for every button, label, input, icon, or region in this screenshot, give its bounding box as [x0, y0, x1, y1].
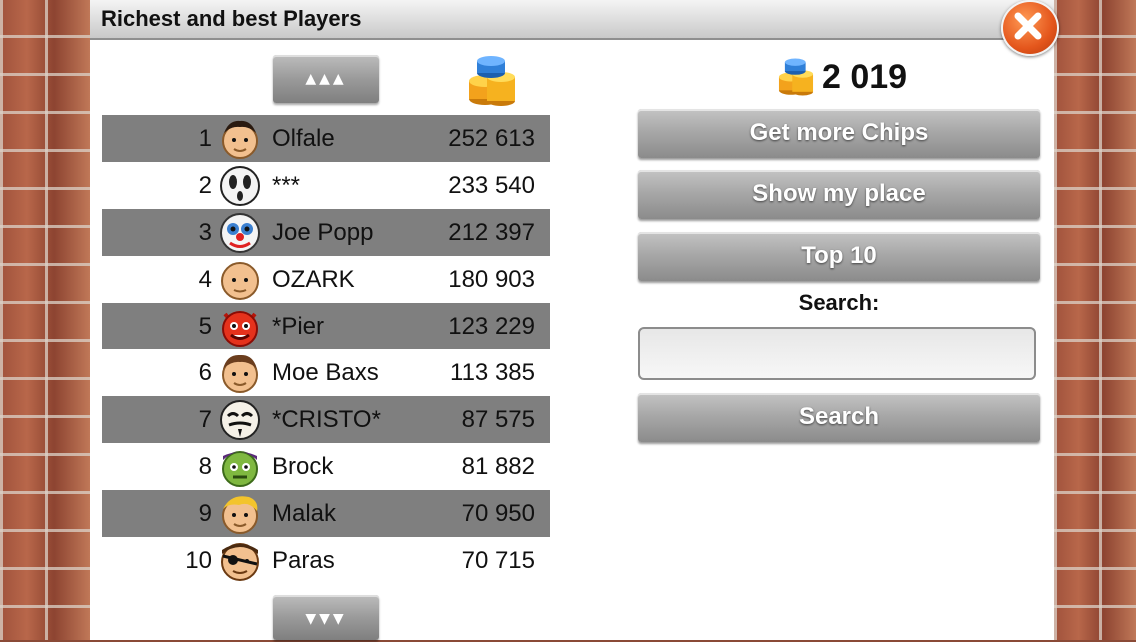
rank-number: 9 [198, 500, 212, 528]
player-name: *CRISTO* [272, 406, 381, 434]
show-my-place-button[interactable]: Show my place [638, 170, 1040, 219]
rank-number: 7 [198, 406, 212, 434]
player-name: *Pier [272, 312, 325, 340]
scroll-down-button[interactable]: ▼▼▼ [273, 595, 379, 640]
player-name: Olfale [272, 125, 335, 152]
player-score: 123 229 [448, 312, 535, 340]
guy-fawkes-mask-avatar [219, 399, 261, 441]
rank-number: 4 [198, 265, 212, 293]
player-score: 70 950 [461, 500, 535, 528]
scroll-up-label: ▲▲▲ [305, 71, 347, 87]
leaderboard-row[interactable]: 8 Brock 81 882 [102, 443, 550, 490]
dialog-title: Richest and best Players [101, 6, 362, 31]
blond-man-avatar [219, 493, 261, 535]
rank-number: 5 [198, 312, 212, 340]
player-name: Moe Baxs [272, 359, 379, 387]
leaderboard-row[interactable]: 3 Joe Popp 212 397 [102, 208, 550, 256]
player-name: Joe Popp [272, 218, 374, 246]
man-short-hair-avatar [219, 118, 261, 160]
leaderboard-list: 1 Olfale 252 613 2 *** 233 540 3 Joe Popp 212 39… [102, 115, 550, 584]
leaderboard-row[interactable]: 5 *Pier 123 229 [102, 302, 550, 350]
bald-man-avatar [219, 259, 261, 301]
rank-number: 2 [198, 171, 212, 199]
leaderboard-row[interactable]: 2 *** 233 540 [102, 162, 550, 209]
player-score: 212 397 [448, 218, 535, 246]
close-x-icon [1014, 12, 1042, 40]
chips-balance: 2 019 [776, 55, 907, 99]
brick-wall-right [1054, 0, 1136, 640]
search-button[interactable]: Search [638, 393, 1040, 442]
player-name: Malak [272, 500, 337, 528]
rank-number: 1 [198, 125, 212, 152]
scroll-down-label: ▼▼▼ [305, 611, 347, 627]
player-score: 70 715 [461, 547, 535, 575]
man-brown-hair-avatar [219, 352, 261, 394]
player-score: 252 613 [448, 125, 535, 152]
leaderboard-row[interactable]: 7 *CRISTO* 87 575 [102, 396, 550, 444]
leaderboard-row[interactable]: 4 OZARK 180 903 [102, 256, 550, 303]
devil-avatar [219, 306, 261, 348]
leaderboard-row[interactable]: 9 Malak 70 950 [102, 490, 550, 538]
player-name: Paras [272, 547, 335, 575]
close-button[interactable] [1001, 0, 1059, 56]
player-name: Brock [272, 453, 334, 481]
clown-mask-avatar [219, 212, 261, 254]
player-name: *** [272, 171, 301, 199]
top-10-button[interactable]: Top 10 [638, 232, 1040, 281]
leaderboard-row[interactable]: 10 Paras 70 715 [102, 537, 550, 584]
player-name: OZARK [272, 265, 355, 293]
chips-balance-value: 2 019 [822, 57, 908, 96]
title-bar: Richest and best Players [90, 0, 1054, 40]
brick-wall-left [0, 0, 90, 640]
chips-stack-icon [469, 56, 515, 106]
rank-number: 10 [185, 547, 212, 575]
leaderboard-row[interactable]: 6 Moe Baxs 113 385 [102, 349, 550, 396]
rank-number: 8 [198, 453, 212, 481]
scroll-up-button[interactable]: ▲▲▲ [273, 55, 379, 103]
leaderboard-row[interactable]: 1 Olfale 252 613 [102, 115, 550, 162]
rank-number: 3 [198, 218, 212, 246]
player-score: 81 882 [461, 453, 535, 481]
search-input[interactable] [638, 327, 1036, 380]
zombie-avatar [219, 446, 261, 488]
player-score: 180 903 [448, 265, 535, 293]
chips-stack-icon [778, 58, 814, 96]
pirate-eyepatch-avatar [219, 540, 261, 582]
leaderboard-dialog: Richest and best Players ▲▲▲ 1 Olfale 252 … [90, 0, 1054, 640]
ghost-mask-avatar [219, 165, 261, 207]
player-score: 113 385 [450, 359, 535, 387]
rank-number: 6 [198, 359, 212, 387]
player-score: 87 575 [461, 406, 535, 434]
search-label: Search: [798, 290, 880, 315]
get-more-chips-button[interactable]: Get more Chips [638, 109, 1040, 158]
player-score: 233 540 [448, 171, 535, 199]
